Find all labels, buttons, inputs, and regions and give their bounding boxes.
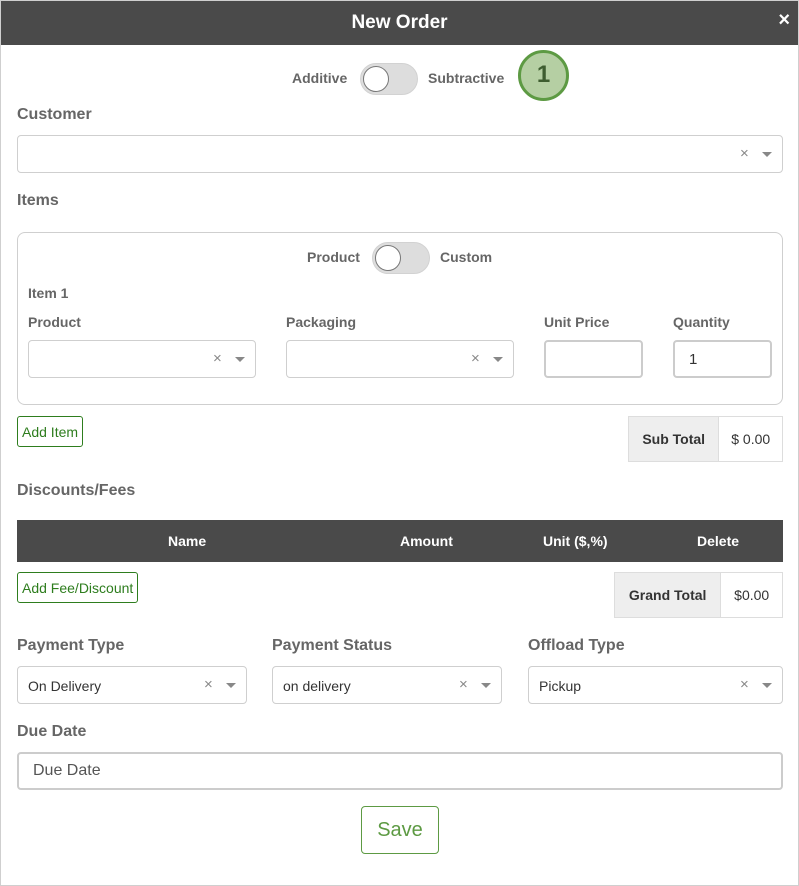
grand-total-box: Grand Total $0.00: [614, 572, 783, 618]
product-label: Product: [28, 314, 81, 330]
add-fee-discount-button[interactable]: Add Fee/Discount: [17, 572, 139, 603]
packaging-select[interactable]: ×: [286, 340, 514, 378]
clear-icon[interactable]: ×: [740, 676, 749, 693]
chevron-down-icon: [762, 683, 772, 688]
new-order-modal: New Order × Additive Subtractive 1 Custo…: [0, 0, 799, 886]
payment-status-select[interactable]: on delivery ×: [272, 666, 502, 704]
payment-type-value: On Delivery: [28, 678, 102, 694]
quantity-input[interactable]: [673, 340, 772, 378]
payment-type-select[interactable]: On Delivery ×: [17, 666, 247, 704]
clear-icon[interactable]: ×: [459, 676, 468, 693]
toggle-knob: [375, 245, 401, 271]
payment-status-value: on delivery: [283, 678, 351, 694]
discounts-label: Discounts/Fees: [17, 482, 136, 499]
chevron-down-icon: [235, 357, 245, 362]
sub-total-value: $ 0.00: [731, 431, 771, 447]
due-date-label: Due Date: [17, 723, 87, 740]
clear-icon[interactable]: ×: [740, 145, 749, 162]
packaging-label: Packaging: [286, 314, 357, 330]
offload-type-label: Offload Type: [528, 637, 625, 654]
additive-subtractive-toggle[interactable]: [360, 63, 418, 95]
items-label: Items: [17, 192, 59, 209]
customer-label: Customer: [17, 106, 92, 123]
column-name: Name: [168, 533, 207, 549]
chevron-down-icon: [762, 152, 772, 157]
payment-type-label: Payment Type: [17, 637, 125, 654]
discounts-table-header: Name Amount Unit ($,%) Delete: [17, 520, 783, 562]
sub-total-box: Sub Total $ 0.00: [628, 416, 783, 462]
customer-select[interactable]: ×: [17, 135, 783, 173]
product-select[interactable]: ×: [28, 340, 256, 378]
clear-icon[interactable]: ×: [471, 350, 480, 367]
due-date-input[interactable]: [17, 752, 783, 790]
unit-price-label: Unit Price: [544, 314, 610, 330]
sub-total-label: Sub Total: [629, 417, 720, 461]
column-amount: Amount: [400, 533, 453, 549]
unit-price-input[interactable]: [544, 340, 643, 378]
step-badge: 1: [518, 50, 569, 101]
column-unit: Unit ($,%): [543, 533, 608, 549]
save-button[interactable]: Save: [361, 806, 439, 854]
quantity-label: Quantity: [673, 314, 730, 330]
chevron-down-icon: [226, 683, 236, 688]
payment-status-label: Payment Status: [272, 637, 393, 654]
additive-label: Additive: [292, 70, 348, 86]
clear-icon[interactable]: ×: [213, 350, 222, 367]
clear-icon[interactable]: ×: [204, 676, 213, 693]
column-delete: Delete: [697, 533, 740, 549]
close-icon[interactable]: ×: [778, 10, 790, 30]
product-custom-toggle[interactable]: [372, 242, 430, 274]
item-title: Item 1: [28, 285, 69, 301]
custom-toggle-label: Custom: [440, 249, 493, 265]
toggle-knob: [363, 66, 389, 92]
subtractive-label: Subtractive: [428, 70, 505, 86]
product-toggle-label: Product: [307, 249, 360, 265]
modal-header: New Order ×: [1, 1, 798, 45]
grand-total-label: Grand Total: [615, 573, 722, 617]
chevron-down-icon: [493, 357, 503, 362]
offload-type-value: Pickup: [539, 678, 582, 694]
modal-title: New Order: [351, 12, 448, 33]
chevron-down-icon: [481, 683, 491, 688]
offload-type-select[interactable]: Pickup ×: [528, 666, 783, 704]
add-item-button[interactable]: Add Item: [17, 416, 84, 447]
grand-total-value: $0.00: [734, 587, 770, 603]
